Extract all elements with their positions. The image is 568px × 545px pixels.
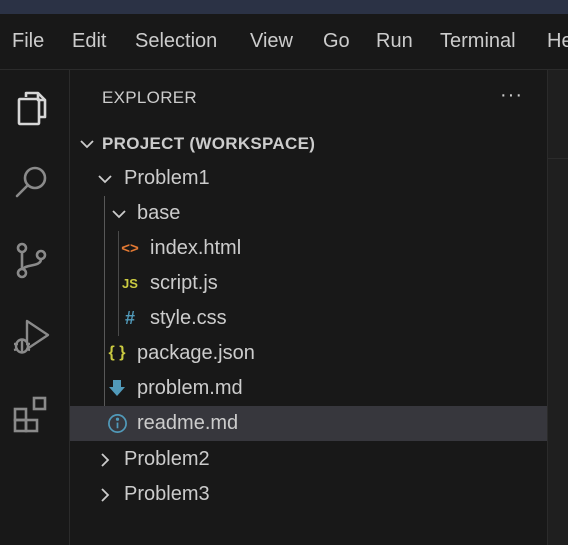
js-file-icon: JS — [122, 275, 138, 291]
tree-file-style-css[interactable]: # style.css — [70, 301, 547, 336]
chevron-down-icon — [78, 135, 96, 153]
tree-file-script-js[interactable]: JS script.js — [70, 266, 547, 301]
tree-item-label: index.html — [150, 237, 242, 259]
json-file-icon: { } — [108, 344, 126, 361]
tree-file-package-json[interactable]: { } package.json — [70, 336, 547, 371]
tree-item-label: style.css — [150, 307, 227, 329]
extensions-icon[interactable] — [12, 394, 52, 434]
tree-item-label: readme.md — [137, 412, 239, 434]
tree-folder-base[interactable]: base — [70, 196, 547, 231]
explorer-title: EXPLORER — [102, 88, 197, 107]
info-icon — [106, 412, 128, 434]
download-arrow-icon — [106, 377, 128, 399]
chevron-down-icon — [110, 205, 128, 223]
editor-tab-divider — [548, 158, 568, 159]
menu-file[interactable]: File — [12, 30, 44, 53]
window-top-strip — [0, 0, 568, 14]
editor-area — [548, 70, 568, 545]
tree-item-label: problem.md — [137, 377, 243, 399]
chevron-right-icon — [96, 451, 114, 469]
menu-bar: File Edit Selection View Go Run Terminal… — [0, 14, 568, 70]
menu-edit[interactable]: Edit — [72, 30, 106, 53]
activity-bar — [0, 70, 70, 545]
tree-file-index-html[interactable]: <> index.html — [70, 231, 547, 266]
tree-folder-problem1[interactable]: Problem1 — [70, 161, 547, 196]
menu-view[interactable]: View — [250, 30, 293, 53]
more-actions-icon[interactable]: ··· — [500, 84, 523, 107]
run-debug-icon[interactable] — [12, 316, 52, 356]
tree-item-label: Problem2 — [124, 448, 210, 470]
files-icon[interactable] — [12, 88, 52, 128]
search-icon[interactable] — [12, 162, 52, 202]
menu-go[interactable]: Go — [323, 30, 350, 53]
menu-selection[interactable]: Selection — [135, 30, 217, 53]
html-file-icon: <> — [121, 239, 139, 257]
tree-folder-problem2[interactable]: Problem2 — [70, 442, 547, 477]
chevron-down-icon — [96, 170, 114, 188]
tree-file-readme-md[interactable]: readme.md — [70, 406, 547, 441]
menu-terminal[interactable]: Terminal — [440, 30, 516, 53]
tree-file-problem-md[interactable]: problem.md — [70, 371, 547, 406]
tree-item-label: base — [137, 202, 181, 224]
tree-item-label: package.json — [137, 342, 255, 364]
menu-help[interactable]: He — [547, 30, 568, 53]
css-file-icon: # — [124, 307, 135, 328]
menu-run[interactable]: Run — [376, 30, 413, 53]
tree-item-label: script.js — [150, 272, 218, 294]
explorer-sidebar: EXPLORER ··· PROJECT (WORKSPACE) Problem… — [70, 70, 548, 545]
tree-item-label: PROJECT (WORKSPACE) — [102, 134, 316, 153]
tree-item-label: Problem3 — [124, 483, 210, 505]
source-control-icon[interactable] — [12, 240, 52, 280]
chevron-right-icon — [96, 486, 114, 504]
tree-item-label: Problem1 — [124, 167, 210, 189]
tree-folder-problem3[interactable]: Problem3 — [70, 477, 547, 512]
tree-root-workspace[interactable]: PROJECT (WORKSPACE) — [70, 126, 547, 161]
